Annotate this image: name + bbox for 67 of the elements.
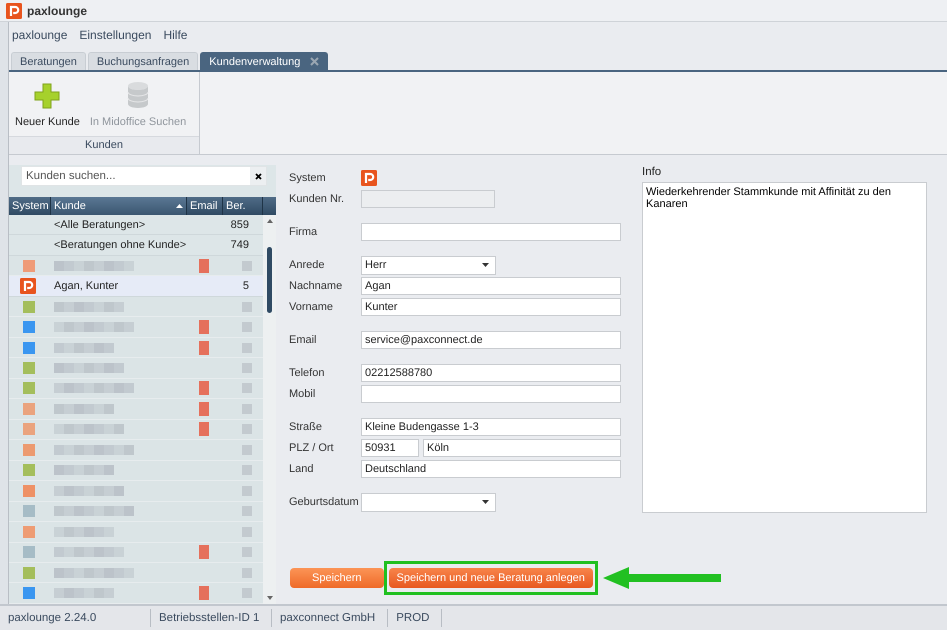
field-label: Nachname [289, 280, 344, 292]
scroll-down-icon [266, 596, 272, 600]
field-label: Geburtsdatum [289, 496, 360, 508]
info-field[interactable]: Wiederkehrender Stammkunde mit Affinität zu den Kanaren [642, 182, 927, 513]
text-field[interactable]: service@paxconnect.de [361, 331, 621, 349]
status-text: Betriebsstellen-ID 1 [151, 609, 272, 627]
text-field[interactable]: Kleine Budengasse 1-3 [361, 418, 621, 436]
search-field[interactable]: Kunden suchen... [21, 166, 267, 186]
customer-name[interactable]: <Beratungen ohne Kunde> [51, 239, 190, 252]
city-field[interactable]: Köln [423, 439, 621, 457]
logo-icon [20, 278, 36, 294]
consultation-count: 5 [242, 280, 250, 292]
field-label: System [289, 172, 327, 184]
text-field[interactable]: 02212588780 [361, 364, 621, 382]
column-header[interactable]: Ber. [223, 197, 263, 215]
field-label: Kunden Nr. [289, 193, 346, 205]
scrollbar[interactable] [263, 215, 276, 604]
text-field[interactable]: Kunter [361, 298, 621, 316]
customer-name[interactable]: Agan, Kunter [51, 280, 122, 292]
dropdown[interactable]: Herr [361, 256, 496, 274]
consultation-count: 859 [230, 218, 250, 231]
dropdown-arrow-icon [482, 263, 489, 267]
column-header[interactable]: Kunde [51, 197, 187, 215]
field-label: Anrede [289, 259, 326, 271]
close-icon[interactable] [310, 57, 320, 66]
ribbon-group-label: Kunden [9, 136, 199, 154]
logo-icon [361, 170, 377, 186]
menu-item[interactable]: paxlounge [12, 28, 68, 42]
ribbon-button[interactable]: Neuer Kunde [11, 83, 84, 128]
menu-item[interactable]: Einstellungen [79, 28, 152, 42]
field-label: Firma [289, 226, 318, 238]
plus-icon [34, 83, 60, 109]
field-label: PLZ / Ort [289, 442, 335, 454]
clear-button[interactable] [250, 167, 266, 185]
logo-icon [6, 2, 22, 18]
database-icon [126, 81, 150, 109]
status-text: PROD [388, 609, 442, 627]
text-field[interactable] [361, 223, 621, 241]
text-field[interactable]: Deutschland [361, 460, 621, 478]
field-label: Email [289, 334, 318, 346]
sort-ascending-icon [176, 204, 183, 208]
column-header[interactable]: Email [187, 197, 223, 215]
menu-item[interactable]: Hilfe [163, 28, 188, 42]
text-field[interactable]: Agan [361, 277, 621, 295]
tab[interactable]: Kundenverwaltung [200, 52, 328, 70]
arrow-icon [602, 566, 721, 590]
close-icon [254, 172, 262, 180]
dropdown-arrow-icon [482, 500, 489, 504]
blurred-row[interactable] [9, 583, 263, 604]
tab[interactable]: Beratungen [11, 52, 86, 70]
scroll-up-icon [266, 219, 272, 223]
field-label: Land [289, 463, 314, 475]
text-field[interactable] [361, 385, 621, 403]
window-title: paxlounge [27, 4, 88, 18]
info-label: Info [642, 166, 662, 178]
field-label: Vorname [289, 301, 334, 313]
dropdown[interactable] [361, 492, 496, 512]
consultation-count: 749 [230, 239, 250, 252]
field-label: Straße [289, 421, 324, 433]
zip-field[interactable]: 50931 [361, 439, 419, 457]
search-input[interactable]: Kunden suchen... [22, 170, 250, 182]
field-label: Mobil [289, 388, 316, 400]
tab[interactable]: Buchungsanfragen [88, 52, 198, 70]
status-text: paxconnect GmbH [272, 609, 388, 627]
status-text: paxlounge 2.24.0 [0, 609, 151, 627]
field-label: Telefon [289, 367, 326, 379]
customer-name[interactable]: <Alle Beratungen> [51, 218, 148, 231]
